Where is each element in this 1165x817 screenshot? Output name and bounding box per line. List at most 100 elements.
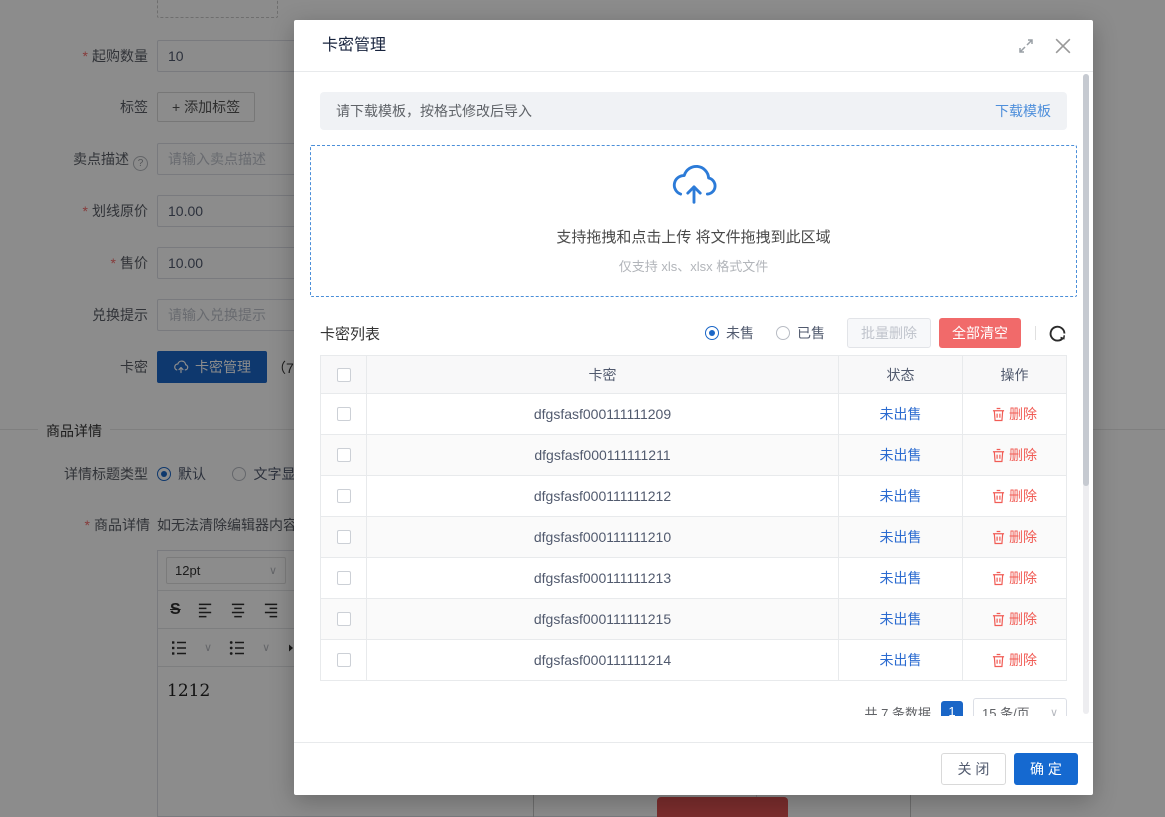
batch-delete-button[interactable]: 批量删除 — [847, 318, 931, 348]
trash-icon — [992, 612, 1005, 627]
row-checkbox-cell — [321, 394, 367, 434]
divider — [1035, 326, 1036, 340]
clear-all-button[interactable]: 全部清空 — [939, 318, 1021, 348]
table-header-row: 卡密 状态 操作 — [321, 356, 1066, 393]
scrollbar-thumb[interactable] — [1083, 74, 1089, 486]
header-action: 操作 — [963, 356, 1066, 393]
status-text: 未出售 — [839, 599, 963, 639]
cardkey-code: dfgsfasf000111111209 — [367, 394, 839, 434]
delete-label: 删除 — [1009, 527, 1037, 547]
dialog-title: 卡密管理 — [322, 20, 386, 72]
radio-unsold-label: 未售 — [726, 323, 754, 343]
status-text: 未出售 — [839, 394, 963, 434]
row-checkbox[interactable] — [337, 407, 351, 421]
close-button[interactable]: 关 闭 — [941, 753, 1006, 785]
row-checkbox[interactable] — [337, 448, 351, 462]
radio-sold-label: 已售 — [797, 323, 825, 343]
cardkey-manage-dialog: 卡密管理 请下载模板，按格式修改后导入 下载模板 支持拖拽和点击上传 将文件拖拽… — [294, 20, 1093, 795]
delete-button[interactable]: 删除 — [992, 527, 1037, 547]
status-text: 未出售 — [839, 476, 963, 516]
scrollbar-track[interactable] — [1083, 74, 1089, 714]
select-all-checkbox[interactable] — [337, 368, 351, 382]
row-checkbox-cell — [321, 476, 367, 516]
row-checkbox-cell — [321, 640, 367, 680]
row-checkbox[interactable] — [337, 489, 351, 503]
delete-label: 删除 — [1009, 568, 1037, 588]
table-row: dfgsfasf000111111212 未出售 删除 — [321, 475, 1066, 516]
table-row: dfgsfasf000111111209 未出售 删除 — [321, 393, 1066, 434]
table-row: dfgsfasf000111111211 未出售 删除 — [321, 434, 1066, 475]
row-checkbox-cell — [321, 435, 367, 475]
row-checkbox[interactable] — [337, 653, 351, 667]
delete-button[interactable]: 删除 — [992, 404, 1037, 424]
delete-label: 删除 — [1009, 486, 1037, 506]
page-size-select[interactable]: 15 条/页 ∨ — [973, 698, 1067, 716]
trash-icon — [992, 530, 1005, 545]
delete-button[interactable]: 删除 — [992, 609, 1037, 629]
action-cell: 删除 — [963, 558, 1066, 598]
row-checkbox-cell — [321, 558, 367, 598]
cardkey-code: dfgsfasf000111111215 — [367, 599, 839, 639]
cardkey-table: 卡密 状态 操作 dfgsfasf000111111209 未出售 删除 dfg… — [320, 355, 1067, 681]
delete-label: 删除 — [1009, 404, 1037, 424]
trash-icon — [992, 489, 1005, 504]
cardkey-code: dfgsfasf000111111212 — [367, 476, 839, 516]
delete-label: 删除 — [1009, 609, 1037, 629]
close-icon[interactable] — [1055, 38, 1071, 54]
action-cell: 删除 — [963, 476, 1066, 516]
cardkey-code: dfgsfasf000111111211 — [367, 435, 839, 475]
dropzone-main-text: 支持拖拽和点击上传 将文件拖拽到此区域 — [311, 226, 1076, 247]
dialog-body: 请下载模板，按格式修改后导入 下载模板 支持拖拽和点击上传 将文件拖拽到此区域 … — [294, 72, 1093, 716]
page-button-1[interactable]: 1 — [941, 701, 963, 716]
action-cell: 删除 — [963, 394, 1066, 434]
table-body: dfgsfasf000111111209 未出售 删除 dfgsfasf0001… — [321, 393, 1066, 680]
table-row: dfgsfasf000111111215 未出售 删除 — [321, 598, 1066, 639]
delete-button[interactable]: 删除 — [992, 445, 1037, 465]
fullscreen-icon[interactable] — [1017, 37, 1035, 55]
header-status: 状态 — [839, 356, 963, 393]
status-text: 未出售 — [839, 558, 963, 598]
confirm-button[interactable]: 确 定 — [1014, 753, 1078, 785]
list-title: 卡密列表 — [320, 323, 380, 344]
list-header: 卡密列表 未售 已售 批量删除 全部清空 — [320, 318, 1067, 348]
dialog-footer: 关 闭 确 定 — [294, 742, 1093, 795]
delete-label: 删除 — [1009, 650, 1037, 670]
table-row: dfgsfasf000111111210 未出售 删除 — [321, 516, 1066, 557]
action-cell: 删除 — [963, 517, 1066, 557]
template-tip-text: 请下载模板，按格式修改后导入 — [336, 101, 532, 121]
row-checkbox[interactable] — [337, 612, 351, 626]
status-text: 未出售 — [839, 640, 963, 680]
cardkey-code: dfgsfasf000111111213 — [367, 558, 839, 598]
status-text: 未出售 — [839, 517, 963, 557]
pagination: 共 7 条数据 1 15 条/页 ∨ — [865, 698, 1067, 716]
action-cell: 删除 — [963, 640, 1066, 680]
refresh-icon[interactable] — [1048, 324, 1067, 343]
list-controls: 未售 已售 批量删除 全部清空 — [705, 318, 1067, 348]
row-checkbox[interactable] — [337, 571, 351, 585]
trash-icon — [992, 571, 1005, 586]
table-row: dfgsfasf000111111214 未出售 删除 — [321, 639, 1066, 680]
trash-icon — [992, 448, 1005, 463]
delete-label: 删除 — [1009, 445, 1037, 465]
total-count-text: 共 7 条数据 — [865, 703, 931, 717]
status-text: 未出售 — [839, 435, 963, 475]
cardkey-code: dfgsfasf000111111214 — [367, 640, 839, 680]
trash-icon — [992, 407, 1005, 422]
delete-button[interactable]: 删除 — [992, 650, 1037, 670]
radio-sold[interactable] — [776, 326, 790, 340]
file-dropzone[interactable]: 支持拖拽和点击上传 将文件拖拽到此区域 仅支持 xls、xlsx 格式文件 — [310, 145, 1077, 297]
action-cell: 删除 — [963, 599, 1066, 639]
table-row: dfgsfasf000111111213 未出售 删除 — [321, 557, 1066, 598]
cardkey-code: dfgsfasf000111111210 — [367, 517, 839, 557]
chevron-down-icon: ∨ — [1050, 706, 1058, 717]
header-code: 卡密 — [367, 356, 839, 393]
row-checkbox[interactable] — [337, 530, 351, 544]
delete-button[interactable]: 删除 — [992, 568, 1037, 588]
template-tip-bar: 请下载模板，按格式修改后导入 下载模板 — [320, 92, 1067, 130]
radio-unsold[interactable] — [705, 326, 719, 340]
delete-button[interactable]: 删除 — [992, 486, 1037, 506]
page-size-value: 15 条/页 — [982, 703, 1030, 717]
row-checkbox-cell — [321, 599, 367, 639]
download-template-link[interactable]: 下载模板 — [995, 101, 1051, 121]
row-checkbox-cell — [321, 517, 367, 557]
